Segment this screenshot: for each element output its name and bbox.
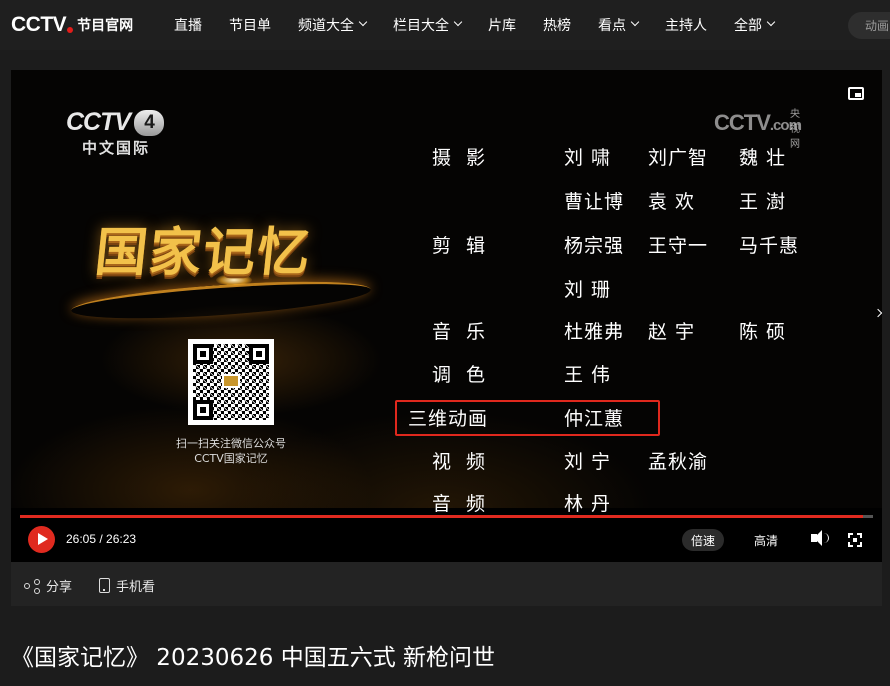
- qr-code: [188, 339, 274, 425]
- highlight-box: [395, 400, 660, 436]
- search-input[interactable]: 动画: [848, 12, 890, 39]
- chevron-down-icon: [766, 17, 776, 27]
- nav-item-label: 栏目大全: [393, 18, 449, 34]
- credit-name: 刘 宁: [564, 451, 612, 473]
- credit-role: 摄影: [432, 147, 501, 169]
- progress-fill: [20, 515, 864, 518]
- nav-item-label: 频道大全: [298, 18, 354, 34]
- share-icon: [24, 578, 40, 594]
- nav-item-label: 看点: [598, 18, 626, 34]
- nav-item-label: 片库: [488, 18, 516, 34]
- volume-icon[interactable]: [811, 530, 829, 546]
- chevron-right-icon[interactable]: [873, 308, 882, 318]
- credit-role: 视频: [432, 451, 501, 473]
- nav-item-all[interactable]: 全部: [734, 15, 776, 35]
- nav-item-label: 节目单: [229, 18, 271, 34]
- logo-subtitle: 节目官网: [77, 18, 134, 34]
- nav-item-hosts[interactable]: 主持人: [665, 15, 707, 35]
- credit-name: 林 丹: [564, 493, 612, 515]
- credit-role: 剪辑: [432, 235, 501, 257]
- time-display: 26:05 / 26:23: [66, 532, 137, 546]
- chevron-down-icon: [630, 17, 640, 27]
- watermark-cn: 央视网: [790, 109, 800, 150]
- nav-item-columns[interactable]: 栏目大全: [393, 15, 463, 35]
- quality-button[interactable]: 高清: [745, 529, 787, 551]
- action-bar: 分享 手机看: [11, 562, 882, 606]
- mobile-label: 手机看: [116, 580, 156, 595]
- credit-name: 刘 珊: [564, 279, 612, 301]
- nav-item-label: 直播: [174, 18, 202, 34]
- page-title: 《国家记忆》 20230626 中国五六式 新枪问世: [11, 645, 495, 671]
- credit-name: 曹让博: [564, 191, 625, 213]
- nav-item-highlights[interactable]: 看点: [598, 15, 640, 35]
- credit-name: 马千惠: [739, 235, 800, 257]
- nav-item-label: 全部: [734, 18, 762, 34]
- credit-name: 孟秋渝: [648, 451, 709, 473]
- credit-role: 音乐: [432, 321, 501, 343]
- chevron-down-icon: [358, 17, 368, 27]
- nav-item-label: 主持人: [665, 18, 707, 34]
- channel-name: 中文国际: [82, 139, 151, 157]
- nav-item-label: 热榜: [543, 18, 571, 34]
- phone-icon: [99, 578, 110, 593]
- nav-item-hot[interactable]: 热榜: [543, 15, 571, 35]
- credit-name: 王 澍: [739, 191, 787, 213]
- logo-dot: [67, 27, 74, 33]
- channel-number: 4: [134, 109, 165, 136]
- credit-name: 杨宗强: [564, 235, 625, 257]
- logo-cctv-text: CCTV: [11, 13, 67, 36]
- nav-item-library[interactable]: 片库: [488, 15, 516, 35]
- share-label: 分享: [46, 580, 73, 595]
- picture-in-picture-icon[interactable]: [848, 87, 864, 100]
- fullscreen-icon[interactable]: [848, 533, 862, 547]
- credit-name: 王 伟: [564, 364, 612, 386]
- site-logo[interactable]: CCTV 节目官网: [11, 13, 133, 37]
- watermark-text: CCTV: [714, 110, 771, 135]
- credit-name: 魏 壮: [739, 147, 787, 169]
- channel-logo: CCTV 4 中文国际: [66, 108, 165, 158]
- progress-bar[interactable]: [20, 515, 873, 518]
- nav-item-channels[interactable]: 频道大全: [298, 15, 368, 35]
- share-button[interactable]: 分享: [24, 576, 72, 595]
- video-frame[interactable]: CCTV 4 中文国际 CCTV.com 央视网 国家记忆 扫一扫关注微信公众号…: [11, 70, 882, 515]
- player-controls: 26:05 / 26:23 倍速 高清: [11, 522, 882, 562]
- credit-name: 刘 啸: [564, 147, 612, 169]
- qr-caption-line2: CCTV国家记忆: [194, 452, 268, 465]
- nav-menu: 直播 节目单 频道大全 栏目大全 片库 热榜 看点 主持人 全部: [174, 0, 801, 50]
- credit-name: 杜雅弗: [564, 321, 625, 343]
- qr-caption-line1: 扫一扫关注微信公众号: [176, 437, 286, 450]
- speed-button[interactable]: 倍速: [682, 529, 725, 551]
- video-player[interactable]: CCTV 4 中文国际 CCTV.com 央视网 国家记忆 扫一扫关注微信公众号…: [11, 70, 882, 562]
- cctv-watermark: CCTV.com 央视网: [714, 109, 802, 150]
- credit-role: 音频: [432, 493, 501, 515]
- nav-item-live[interactable]: 直播: [174, 15, 202, 35]
- credit-name: 王守一: [648, 235, 709, 257]
- qr-caption: 扫一扫关注微信公众号 CCTV国家记忆: [161, 436, 301, 466]
- credit-role: 调色: [432, 364, 501, 386]
- credit-name: 刘广智: [648, 147, 709, 169]
- credit-name: 袁 欢: [648, 191, 696, 213]
- credit-name: 赵 宇: [648, 321, 696, 343]
- channel-logo-text: CCTV: [66, 108, 131, 136]
- program-title-art: 国家记忆: [92, 223, 315, 283]
- nav-item-schedule[interactable]: 节目单: [229, 15, 271, 35]
- top-navigation: CCTV 节目官网 直播 节目单 频道大全 栏目大全 片库 热榜 看点 主持人 …: [0, 0, 890, 50]
- chevron-down-icon: [453, 17, 463, 27]
- play-button[interactable]: [28, 526, 55, 553]
- watch-on-mobile-button[interactable]: 手机看: [99, 576, 155, 595]
- credit-name: 陈 硕: [739, 321, 787, 343]
